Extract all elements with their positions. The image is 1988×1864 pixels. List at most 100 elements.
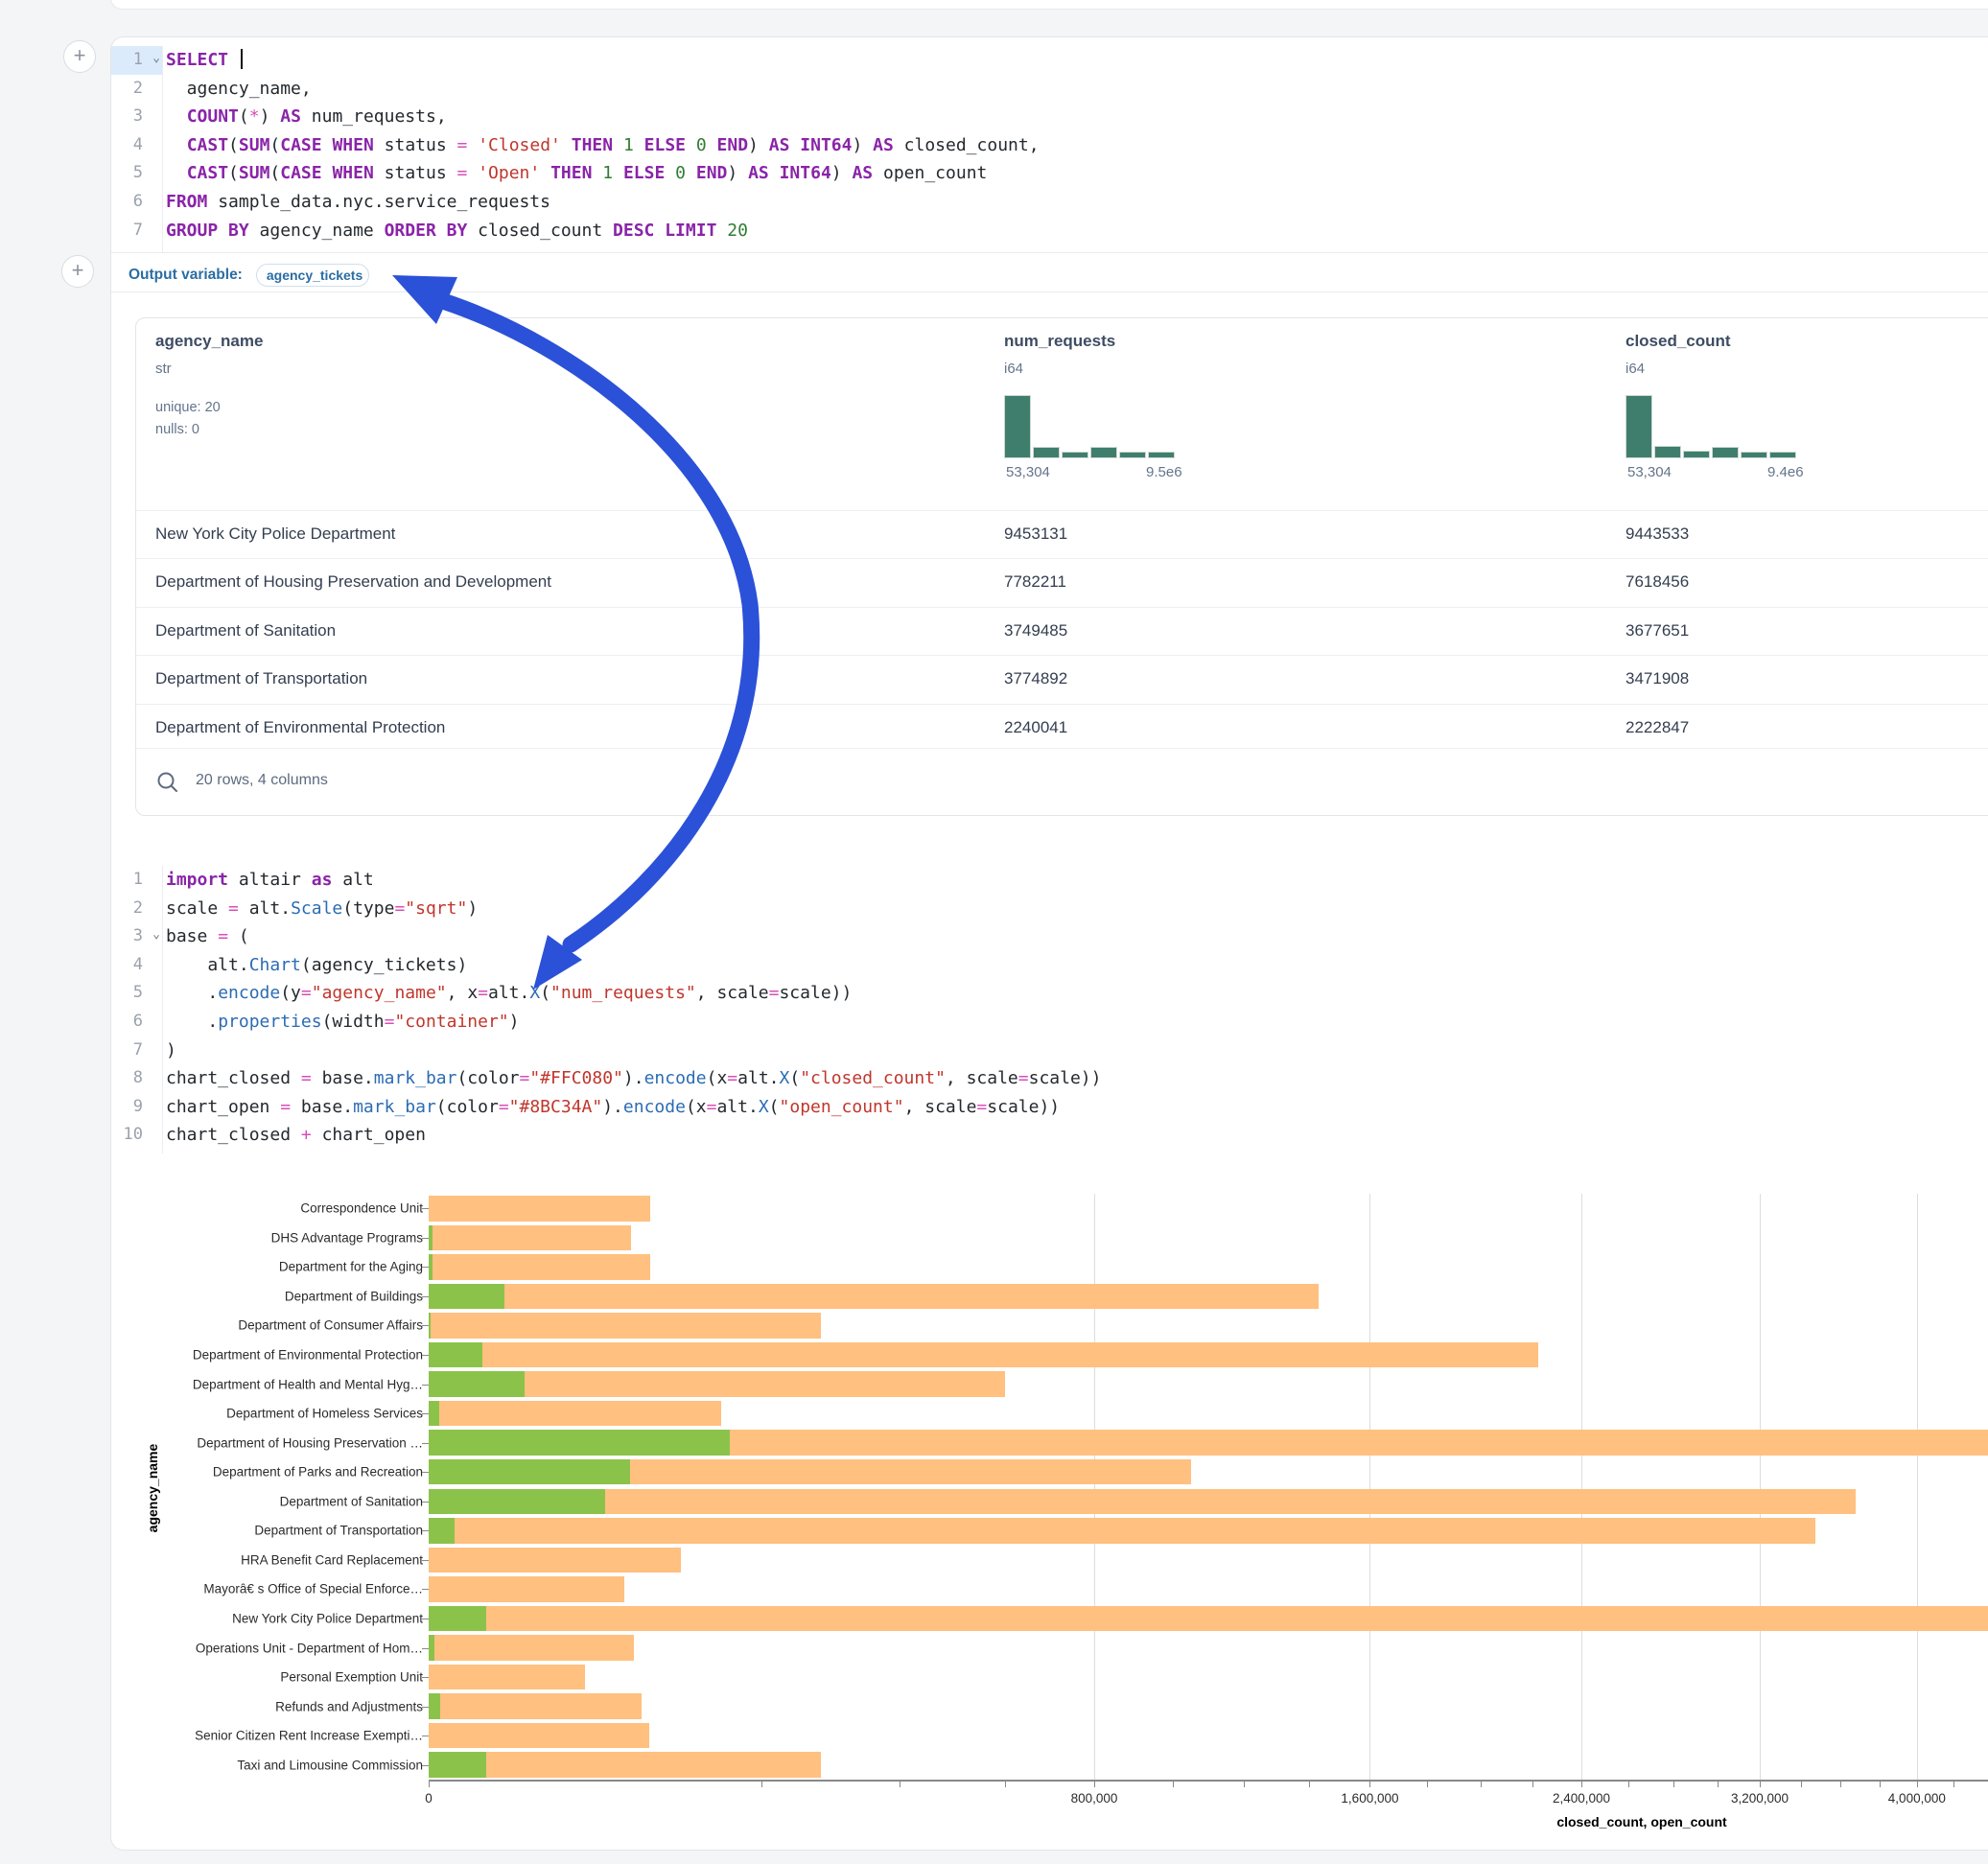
python-code-line[interactable]: 3⌄base = ( (111, 922, 1933, 951)
python-code-line[interactable]: 4 alt.Chart(agency_tickets) (111, 951, 1933, 980)
table-row[interactable]: New York City Police Department945313194… (136, 510, 1988, 558)
x-tick-label: 1,600,000 (1341, 1791, 1398, 1806)
open_count-bar (429, 1371, 525, 1397)
output-variable-row: Output variable: agency_tickets (129, 259, 369, 291)
y-category-label: Department of Environmental Protection (145, 1348, 423, 1363)
python-code-line[interactable]: 5 .encode(y="agency_name", x=alt.X("num_… (111, 979, 1933, 1008)
sql-code-editor[interactable]: 1⌄SELECT 2 agency_name,3 COUNT(*) AS num… (111, 46, 1933, 245)
search-icon[interactable] (155, 770, 180, 795)
line-number: 1 (111, 866, 162, 895)
python-code-line[interactable]: 2scale = alt.Scale(type="sqrt") (111, 895, 1933, 923)
sql-code-line[interactable]: 6FROM sample_data.nyc.service_requests (111, 188, 1933, 217)
y-category-label: DHS Advantage Programs (145, 1230, 423, 1245)
table-cell: 9453131 (1004, 511, 1625, 558)
table-row[interactable]: Department of Transportation377489234719… (136, 655, 1988, 703)
table-cell: Department of Sanitation (136, 608, 1004, 655)
chart-x-axis-line (429, 1780, 1988, 1782)
x-tick-mark (1801, 1782, 1802, 1787)
python-gutter-divider (162, 866, 163, 1153)
closed_count-bar (429, 1693, 642, 1719)
y-tick-mark (422, 1677, 429, 1678)
table-cell: Department of Transportation (136, 656, 1004, 703)
x-tick-mark (1628, 1782, 1629, 1787)
column-header-num_requests[interactable]: num_requestsi6453,3049.5e6 (1004, 318, 1625, 510)
sql-code-line[interactable]: 3 COUNT(*) AS num_requests, (111, 103, 1933, 131)
python-code-line[interactable]: 9chart_open = base.mark_bar(color="#8BC3… (111, 1093, 1933, 1122)
y-tick-mark (422, 1208, 429, 1209)
table-row[interactable]: Department of Housing Preservation and D… (136, 558, 1988, 606)
y-category-label: Correspondence Unit (145, 1201, 423, 1216)
column-header-agency_name[interactable]: agency_namestrunique: 20nulls: 0 (136, 318, 1004, 510)
closed_count-bar (429, 1576, 624, 1602)
x-tick-label: 3,200,000 (1731, 1791, 1789, 1806)
sql-code-line[interactable]: 7GROUP BY agency_name ORDER BY closed_co… (111, 217, 1933, 245)
line-number: 4 (111, 951, 162, 980)
table-cell: 3774892 (1004, 656, 1625, 703)
altair-chart-output: agency_name closed_count, open_count 080… (135, 1185, 1988, 1847)
closed_count-bar (429, 1548, 681, 1573)
gridline (1094, 1194, 1095, 1780)
open_count-bar (429, 1313, 431, 1339)
y-tick-mark (422, 1530, 429, 1531)
output-variable-pill[interactable]: agency_tickets (256, 264, 369, 287)
y-tick-mark (422, 1238, 429, 1239)
line-number: 4 (111, 131, 162, 160)
y-category-label: Department of Consumer Affairs (145, 1318, 423, 1333)
column-header-closed_count[interactable]: closed_counti6453,3049.4e6 (1625, 318, 1988, 510)
y-tick-mark (422, 1648, 429, 1649)
x-tick-label: 800,000 (1071, 1791, 1118, 1806)
line-number: 7 (111, 217, 162, 245)
sql-code-line[interactable]: 2 agency_name, (111, 75, 1933, 104)
table-cell: 3749485 (1004, 608, 1625, 655)
python-code-line[interactable]: 10chart_closed + chart_open (111, 1121, 1933, 1150)
y-category-label: Department for the Aging (145, 1260, 423, 1274)
table-cell: 3677651 (1625, 608, 1988, 655)
add-cell-button-middle[interactable]: + (61, 255, 94, 288)
y-category-label: Mayorâ€ s Office of Special Enforce… (145, 1582, 423, 1596)
closed_count-bar (429, 1284, 1319, 1310)
gridline (1581, 1194, 1582, 1780)
table-row-count: 20 rows, 4 columns (196, 772, 328, 789)
sql-gutter-divider (162, 46, 163, 253)
python-code-line[interactable]: 7) (111, 1037, 1933, 1065)
y-tick-mark (422, 1385, 429, 1386)
line-number: 8 (111, 1064, 162, 1093)
x-tick-mark (1427, 1782, 1428, 1787)
x-tick-mark (1953, 1782, 1954, 1787)
open_count-bar (429, 1225, 433, 1251)
y-tick-mark (422, 1325, 429, 1326)
table-cell: 3471908 (1625, 656, 1988, 703)
sql-code-line[interactable]: 1⌄SELECT (111, 46, 1933, 75)
line-number: 3⌄ (111, 922, 162, 951)
sql-code-line[interactable]: 4 CAST(SUM(CASE WHEN status = 'Closed' T… (111, 131, 1933, 160)
python-code-editor[interactable]: 1import altair as alt2scale = alt.Scale(… (111, 866, 1933, 1150)
divider (111, 291, 1988, 292)
x-tick-label: 2,400,000 (1553, 1791, 1610, 1806)
y-tick-mark (422, 1560, 429, 1561)
x-tick-mark (761, 1782, 762, 1787)
dataframe-preview-table: agency_namestrunique: 20nulls: 0num_requ… (135, 317, 1988, 816)
x-tick-mark (1532, 1782, 1533, 1787)
y-category-label: Department of Health and Mental Hyg… (145, 1377, 423, 1391)
table-row[interactable]: Department of Environmental Protection22… (136, 704, 1988, 752)
column-histogram (1004, 397, 1175, 458)
x-tick-mark (1840, 1782, 1841, 1787)
sql-code-line[interactable]: 5 CAST(SUM(CASE WHEN status = 'Open' THE… (111, 159, 1933, 188)
line-number: 6 (111, 188, 162, 217)
open_count-bar (429, 1489, 605, 1515)
closed_count-bar (429, 1723, 649, 1749)
line-number: 2 (111, 895, 162, 923)
python-code-line[interactable]: 8chart_closed = base.mark_bar(color="#FF… (111, 1064, 1933, 1093)
gridline (1917, 1194, 1918, 1780)
y-tick-mark (422, 1765, 429, 1766)
open_count-bar (429, 1518, 455, 1544)
python-code-line[interactable]: 6 .properties(width="container") (111, 1008, 1933, 1037)
add-cell-button-top[interactable]: + (63, 40, 96, 73)
open_count-bar (429, 1401, 439, 1427)
python-code-line[interactable]: 1import altair as alt (111, 866, 1933, 895)
y-tick-mark (422, 1267, 429, 1268)
y-category-label: Senior Citizen Rent Increase Exempti… (145, 1729, 423, 1743)
table-row[interactable]: Department of Sanitation37494853677651 (136, 607, 1988, 655)
line-number: 5 (111, 159, 162, 188)
y-category-label: Department of Buildings (145, 1289, 423, 1303)
